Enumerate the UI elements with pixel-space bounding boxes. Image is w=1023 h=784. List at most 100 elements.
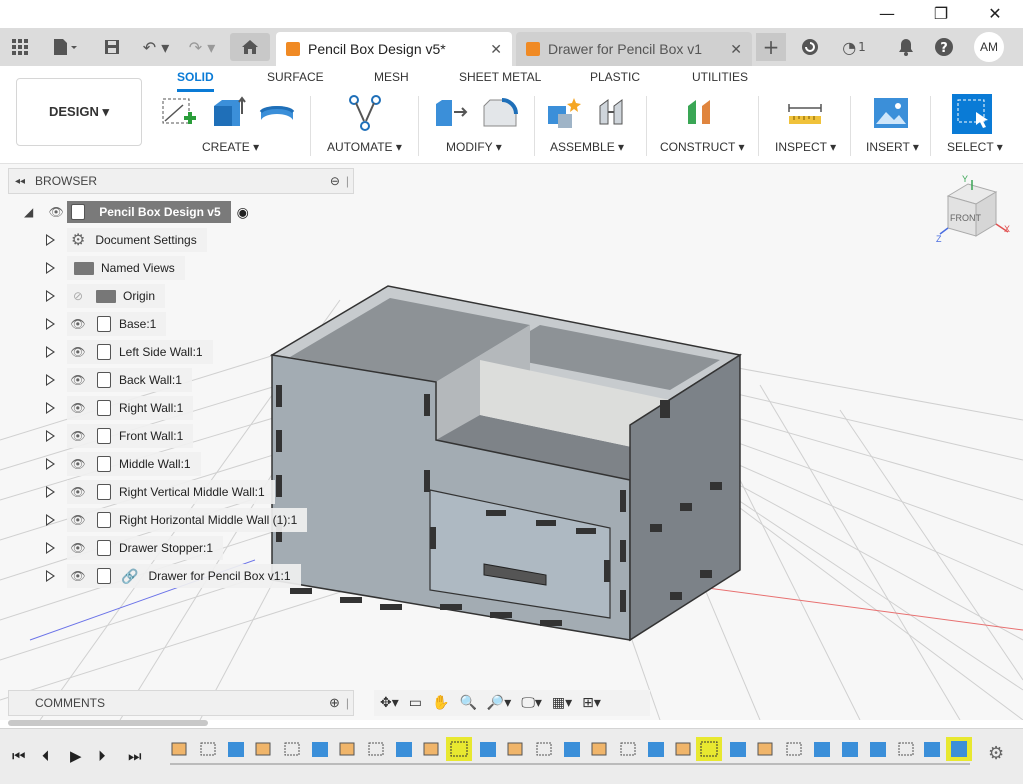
timeline-extrude-icon[interactable] bbox=[728, 739, 748, 759]
browser-item-right-horizontal-middle-wall[interactable]: 👁 Right Horizontal Middle Wall (1):1 bbox=[46, 508, 308, 532]
pan-hand-icon[interactable]: ✋ bbox=[432, 695, 449, 711]
tab-mesh[interactable]: MESH bbox=[374, 70, 409, 84]
browser-root-row[interactable]: ◢ 👁 Pencil Box Design v5 ◉ bbox=[24, 200, 249, 224]
expand-triangle-icon[interactable] bbox=[46, 570, 55, 582]
timeline-selected-sketch-icon[interactable] bbox=[446, 737, 472, 761]
timeline-extrude-icon[interactable] bbox=[226, 739, 246, 759]
timeline-extrude-icon[interactable] bbox=[478, 739, 498, 759]
browser-item-drawer-for-pencil-box[interactable]: 👁 🔗 Drawer for Pencil Box v1:1 bbox=[46, 564, 301, 588]
insert-image-icon[interactable] bbox=[872, 94, 910, 132]
timeline-extrude-icon[interactable] bbox=[646, 739, 666, 759]
timeline-sketch-icon[interactable] bbox=[506, 739, 526, 759]
expand-triangle-icon[interactable] bbox=[46, 514, 55, 526]
view-cube[interactable]: FRONT Y X Z bbox=[936, 174, 1014, 248]
expand-triangle-icon[interactable] bbox=[46, 542, 55, 554]
close-window-button[interactable]: ✕ bbox=[980, 3, 1010, 25]
automate-icon[interactable] bbox=[346, 94, 384, 132]
zoom-icon[interactable]: 🔍 bbox=[459, 695, 476, 711]
redo-icon[interactable]: ↷ ▾ bbox=[184, 33, 220, 61]
help-icon[interactable]: ? bbox=[930, 33, 958, 61]
comments-panel-header[interactable]: COMMENTS ⊕ | bbox=[8, 690, 354, 716]
timeline-sketch-icon[interactable] bbox=[282, 739, 302, 759]
go-to-start-icon[interactable]: ⏮ bbox=[12, 747, 26, 765]
workspace-switcher[interactable]: DESIGN ▾ bbox=[16, 78, 142, 146]
browser-item-back-wall[interactable]: 👁 Back Wall:1 bbox=[46, 368, 192, 392]
timeline-sketch-icon[interactable] bbox=[534, 739, 554, 759]
browser-item-left-side-wall[interactable]: 👁 Left Side Wall:1 bbox=[46, 340, 213, 364]
tab-plastic[interactable]: PLASTIC bbox=[590, 70, 640, 84]
timeline-sketch-icon[interactable] bbox=[674, 739, 694, 759]
tab-sheet-metal[interactable]: SHEET METAL bbox=[459, 70, 541, 84]
timeline-extrude-icon[interactable] bbox=[922, 739, 942, 759]
construct-menu[interactable]: CONSTRUCT ▾ bbox=[660, 140, 744, 154]
timeline-sketch-icon[interactable] bbox=[170, 739, 190, 759]
expand-triangle-icon[interactable] bbox=[46, 234, 55, 246]
undo-icon[interactable]: ↶ ▾ bbox=[138, 33, 174, 61]
tab-solid[interactable]: SOLID bbox=[177, 70, 214, 92]
step-forward-icon[interactable]: ⏵ bbox=[98, 747, 106, 765]
new-tab-button[interactable]: + bbox=[756, 33, 786, 61]
add-comment-icon[interactable]: ⊕ bbox=[329, 695, 340, 711]
maximize-button[interactable]: ❐ bbox=[926, 3, 956, 25]
timeline-extrude-icon[interactable] bbox=[394, 739, 414, 759]
notifications-bell-icon[interactable] bbox=[892, 33, 920, 61]
extrude-icon[interactable] bbox=[210, 94, 248, 132]
browser-item-right-wall[interactable]: 👁 Right Wall:1 bbox=[46, 396, 194, 420]
timeline-sketch-icon[interactable] bbox=[896, 739, 916, 759]
visibility-eye-icon[interactable]: 👁 bbox=[67, 485, 89, 499]
tab-pencil-box-design[interactable]: Pencil Box Design v5* ✕ bbox=[276, 32, 512, 66]
timeline-selected-sketch-icon[interactable] bbox=[696, 737, 722, 761]
insert-menu[interactable]: INSERT ▾ bbox=[866, 140, 919, 154]
revolve-icon[interactable] bbox=[258, 94, 296, 132]
go-to-end-icon[interactable]: ⏭ bbox=[128, 747, 142, 765]
data-panel-grid-icon[interactable] bbox=[8, 33, 32, 61]
expand-triangle-icon[interactable] bbox=[46, 346, 55, 358]
visibility-eye-icon[interactable]: 👁 bbox=[45, 205, 67, 219]
create-menu[interactable]: CREATE ▾ bbox=[202, 140, 259, 154]
grid-settings-icon[interactable]: ▦▾ bbox=[552, 695, 572, 711]
expand-triangle-icon[interactable] bbox=[46, 318, 55, 330]
timeline-extrude-icon[interactable] bbox=[310, 739, 330, 759]
timeline-sketch-icon[interactable] bbox=[254, 739, 274, 759]
visibility-eye-icon[interactable]: 👁 bbox=[67, 513, 89, 527]
zoom-window-icon[interactable]: 🔎▾ bbox=[487, 695, 511, 711]
timeline-sketch-icon[interactable] bbox=[590, 739, 610, 759]
new-component-icon[interactable] bbox=[546, 94, 584, 132]
browser-item-named-views[interactable]: Named Views bbox=[46, 256, 185, 280]
assemble-menu[interactable]: ASSEMBLE ▾ bbox=[550, 140, 624, 154]
close-tab-icon[interactable]: ✕ bbox=[730, 41, 742, 58]
collapse-panel-icon[interactable]: ◂◂ bbox=[15, 176, 25, 187]
timeline-extrude-icon[interactable] bbox=[840, 739, 860, 759]
minimize-button[interactable]: — bbox=[872, 3, 902, 25]
viewports-icon[interactable]: ⊞▾ bbox=[582, 695, 601, 711]
step-back-icon[interactable]: ⏴ bbox=[42, 747, 50, 765]
timeline-selected-extrude-icon[interactable] bbox=[946, 737, 972, 761]
visibility-eye-icon[interactable]: 👁 bbox=[67, 569, 89, 583]
browser-item-drawer-stopper[interactable]: 👁 Drawer Stopper:1 bbox=[46, 536, 224, 560]
visibility-eye-icon[interactable]: 👁 bbox=[67, 345, 89, 359]
automate-menu[interactable]: AUTOMATE ▾ bbox=[327, 140, 402, 154]
timeline-sketch-icon[interactable] bbox=[756, 739, 776, 759]
browser-item-document-settings[interactable]: ⚙ Document Settings bbox=[46, 228, 207, 252]
user-avatar[interactable]: AM bbox=[974, 32, 1004, 62]
timeline-extrude-icon[interactable] bbox=[812, 739, 832, 759]
display-settings-icon[interactable]: 🖵▾ bbox=[521, 695, 542, 711]
browser-item-front-wall[interactable]: 👁 Front Wall:1 bbox=[46, 424, 194, 448]
file-menu-icon[interactable] bbox=[46, 33, 84, 61]
save-icon[interactable] bbox=[100, 33, 124, 61]
orbit-icon[interactable]: ✥▾ bbox=[380, 695, 399, 711]
timeline-extrude-icon[interactable] bbox=[868, 739, 888, 759]
collapse-triangle-icon[interactable]: ◢ bbox=[24, 205, 33, 219]
offset-plane-icon[interactable] bbox=[682, 94, 720, 132]
expand-triangle-icon[interactable] bbox=[46, 290, 55, 302]
expand-triangle-icon[interactable] bbox=[46, 458, 55, 470]
browser-scrollbar[interactable] bbox=[8, 720, 208, 726]
visibility-eye-icon[interactable]: 👁 bbox=[67, 429, 89, 443]
expand-triangle-icon[interactable] bbox=[46, 402, 55, 414]
timeline-sketch-icon[interactable] bbox=[618, 739, 638, 759]
visibility-eye-icon[interactable]: 👁 bbox=[67, 317, 89, 331]
play-icon[interactable]: ▶ bbox=[70, 747, 82, 765]
measure-icon[interactable] bbox=[786, 94, 824, 132]
browser-panel-header[interactable]: ◂◂ BROWSER ⊖ | bbox=[8, 168, 354, 194]
timeline-sketch-icon[interactable] bbox=[198, 739, 218, 759]
